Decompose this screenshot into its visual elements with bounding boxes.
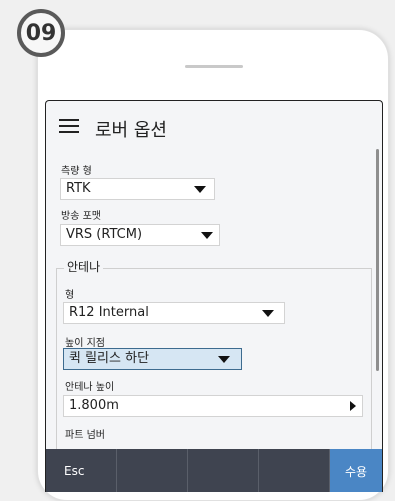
scrollbar[interactable] xyxy=(376,149,379,371)
chevron-down-icon xyxy=(262,310,274,317)
measured-to-dropdown[interactable]: 퀵 릴리스 하단 xyxy=(63,348,242,370)
chevron-down-icon xyxy=(194,186,206,193)
measured-to-value: 퀵 릴리스 하단 xyxy=(69,351,150,366)
softkey-empty-3 xyxy=(259,449,330,492)
broadcast-format-value: VRS (RTCM) xyxy=(66,227,143,242)
softkey-empty-1 xyxy=(117,449,188,492)
measured-to-label: 높이 지점 xyxy=(65,338,105,349)
step-number-badge: 09 xyxy=(17,9,65,57)
antenna-group-label: 안테나 xyxy=(64,258,104,275)
survey-type-dropdown[interactable]: RTK xyxy=(60,178,215,200)
part-number-label: 파트 넘버 xyxy=(65,430,105,441)
bottom-softkey-bar: Esc 수용 xyxy=(46,449,382,492)
controller-screen: 로버 옵션 측량 형 RTK 방송 포맷 VRS (RTCM) 안테나 형 R1… xyxy=(45,100,383,492)
chevron-down-icon xyxy=(201,232,213,239)
antenna-type-label: 형 xyxy=(65,290,75,301)
antenna-height-value: 1.800m xyxy=(69,398,119,413)
antenna-height-label: 안테나 높이 xyxy=(65,382,115,393)
survey-type-value: RTK xyxy=(66,181,91,196)
antenna-height-input[interactable]: 1.800m xyxy=(63,395,363,417)
arrow-right-icon[interactable] xyxy=(350,401,356,411)
broadcast-format-dropdown[interactable]: VRS (RTCM) xyxy=(60,224,220,246)
device-speaker xyxy=(185,65,243,68)
accept-button[interactable]: 수용 xyxy=(330,449,382,492)
softkey-empty-2 xyxy=(188,449,259,492)
hamburger-menu-icon[interactable] xyxy=(59,119,79,133)
survey-type-label: 측량 형 xyxy=(61,166,92,177)
chevron-down-icon xyxy=(218,356,230,363)
antenna-type-dropdown[interactable]: R12 Internal xyxy=(63,302,285,324)
broadcast-format-label: 방송 포맷 xyxy=(61,211,101,222)
page-title: 로버 옵션 xyxy=(95,120,167,141)
esc-button[interactable]: Esc xyxy=(46,449,117,492)
antenna-type-value: R12 Internal xyxy=(69,305,149,320)
title-bar: 로버 옵션 xyxy=(46,101,382,153)
